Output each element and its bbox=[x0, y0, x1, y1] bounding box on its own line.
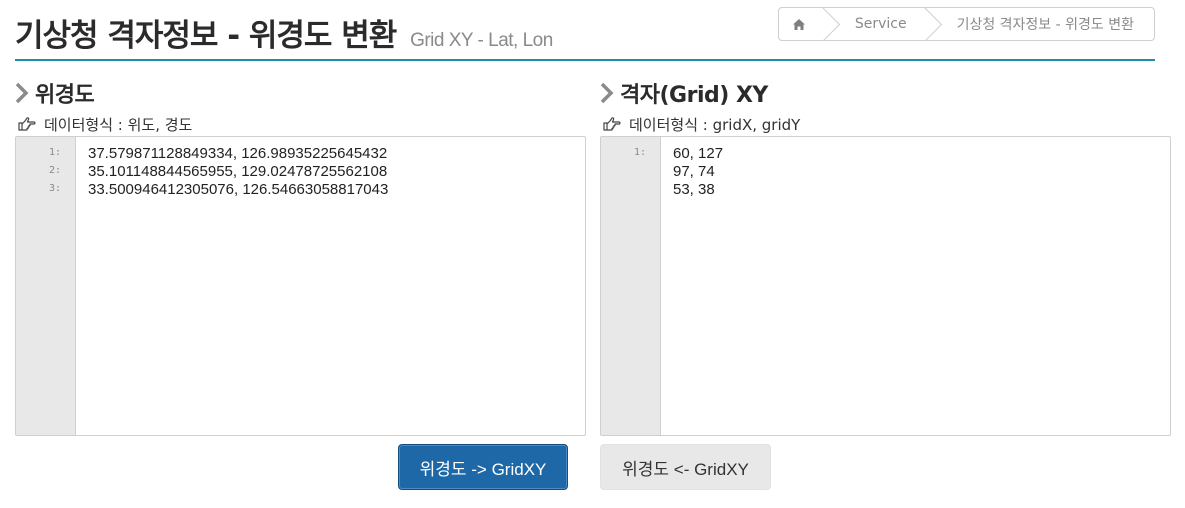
latlon-code[interactable]: 37.579871128849334, 126.98935225645432 3… bbox=[88, 145, 577, 199]
line-number: 1: bbox=[48, 147, 61, 158]
latlon-editor[interactable]: 1: 2: 3: 37.579871128849334, 126.9893522… bbox=[15, 136, 586, 436]
line-number-gutter: 1: bbox=[601, 137, 661, 435]
grid-section-title: 격자(Grid) XY bbox=[600, 78, 1171, 108]
breadcrumb-home[interactable] bbox=[779, 8, 825, 40]
code-line: 97, 74 bbox=[673, 163, 715, 180]
line-number: 3: bbox=[48, 183, 61, 194]
home-icon bbox=[792, 18, 805, 30]
latlon-panel: 위경도 데이터형식 : 위도, 경도 1: 2: 3: 37.579871128… bbox=[15, 78, 586, 436]
hand-pointing-icon bbox=[603, 117, 621, 131]
latlon-title: 위경도 bbox=[35, 83, 95, 108]
chevron-right-icon bbox=[15, 82, 29, 104]
grid-format-label: 데이터형식 : gridX, gridY bbox=[629, 115, 801, 134]
code-line: 60, 127 bbox=[673, 145, 724, 162]
line-number-gutter: 1: 2: 3: bbox=[16, 137, 76, 435]
code-line: 33.500946412305076, 126.54663058817043 bbox=[88, 181, 389, 198]
code-line: 37.579871128849334, 126.98935225645432 bbox=[88, 145, 388, 162]
line-number: 1: bbox=[633, 147, 646, 158]
page-title-text: 기상청 격자정보 - 위경도 변환 bbox=[15, 18, 397, 54]
page-subtitle: Grid XY - Lat, Lon bbox=[410, 30, 553, 51]
breadcrumb-label: 기상청 격자정보 - 위경도 변환 bbox=[956, 17, 1134, 33]
breadcrumb: Service 기상청 격자정보 - 위경도 변환 bbox=[777, 7, 1155, 41]
grid-title: 격자(Grid) XY bbox=[620, 83, 768, 108]
convert-to-latlon-button[interactable]: 위경도 <- GridXY bbox=[600, 444, 771, 490]
code-line: 53, 38 bbox=[673, 181, 715, 198]
latlon-format-label: 데이터형식 : 위도, 경도 bbox=[44, 115, 193, 134]
page-title: 기상청 격자정보 - 위경도 변환 Grid XY - Lat, Lon bbox=[15, 10, 553, 55]
breadcrumb-label: Service bbox=[854, 16, 907, 32]
grid-editor[interactable]: 1: 60, 127 97, 74 53, 38 bbox=[600, 136, 1171, 436]
grid-format: 데이터형식 : gridX, gridY bbox=[600, 114, 1171, 134]
grid-panel: 격자(Grid) XY 데이터형식 : gridX, gridY 1: 60, … bbox=[600, 78, 1171, 436]
line-number: 2: bbox=[48, 165, 61, 176]
breadcrumb-item-current: 기상청 격자정보 - 위경도 변환 bbox=[927, 8, 1154, 40]
grid-code[interactable]: 60, 127 97, 74 53, 38 bbox=[673, 145, 1162, 199]
latlon-format: 데이터형식 : 위도, 경도 bbox=[15, 114, 586, 134]
code-line: 35.101148844565955, 129.02478725562108 bbox=[88, 163, 388, 180]
hand-pointing-icon bbox=[18, 117, 36, 131]
latlon-section-title: 위경도 bbox=[15, 78, 586, 108]
chevron-right-icon bbox=[600, 82, 614, 104]
page-header: 기상청 격자정보 - 위경도 변환 Grid XY - Lat, Lon Ser… bbox=[15, 0, 1155, 61]
convert-to-grid-button[interactable]: 위경도 -> GridXY bbox=[398, 444, 568, 490]
